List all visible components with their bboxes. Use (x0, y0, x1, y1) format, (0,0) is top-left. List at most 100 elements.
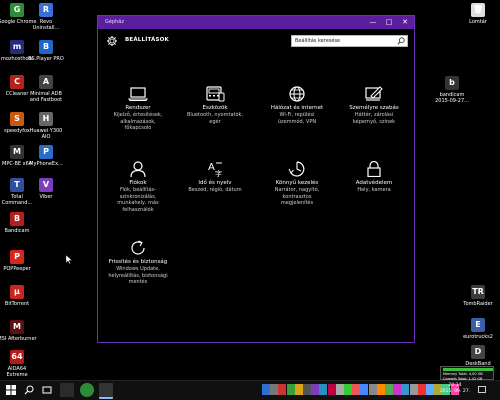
svg-text:字: 字 (215, 169, 222, 177)
desktop-icon-label: MSI Afterburner (0, 336, 37, 342)
tile-description: Windows Update, helyreállítás, biztonság… (108, 266, 168, 285)
desktop-icon[interactable]: TR TombRaider (458, 285, 498, 307)
desktop-icon-label: MyPhoneEx... (29, 161, 63, 167)
desktop-icon-label: Bandicam (4, 228, 30, 234)
desktop-icon-label: bandicam 2015-09-27... (435, 92, 469, 104)
desktop-icon[interactable]: 🗑 Lomtár (458, 3, 498, 25)
tray-icon[interactable] (376, 384, 385, 395)
desktop-icon[interactable]: P POPPeeper (0, 250, 37, 272)
desktop-icon-label: BitTorrent (4, 301, 30, 307)
notifications-icon[interactable] (478, 386, 486, 394)
desktop-icon-label: Lomtár (469, 19, 487, 25)
search-icon[interactable] (397, 37, 405, 45)
desktop-app-icon: B (39, 40, 53, 54)
desktop-app-icon: H (39, 112, 53, 126)
desktop-app-icon: m (10, 40, 24, 54)
tile-description: Beszéd, régió, dátum (188, 187, 242, 193)
task-view-icon[interactable] (42, 385, 52, 395)
personalize-icon (365, 86, 383, 101)
tile-time-language[interactable]: A 字 Idő és nyelv Beszéd, régió, dátum (177, 161, 253, 194)
desktop-icon-label: Huawei Y300 AIO (29, 128, 63, 140)
desktop-app-icon: 🗑 (471, 3, 485, 17)
memory-overlay: Memory Total: 4,00 GB Commit Total: 1,42… (440, 366, 494, 381)
mouse-pointer-icon (66, 255, 72, 264)
desktop-app-icon: A (39, 75, 53, 89)
tray-icon[interactable] (360, 384, 369, 395)
taskbar: 20:14 2015. 09. 27. (0, 380, 500, 400)
taskbar-explorer-icon[interactable] (60, 383, 74, 397)
time-language-icon: A 字 (208, 162, 222, 177)
tray-icon[interactable] (294, 384, 303, 395)
tray-icon[interactable] (278, 384, 287, 395)
desktop-icon-label: AIDA64 Extreme (6, 366, 28, 378)
tile-devices[interactable]: Eszközök Bluetooth, nyomtatók, egér (177, 86, 253, 125)
desktop-app-icon: P (10, 250, 24, 264)
tray-icon[interactable] (303, 384, 311, 395)
maximize-button[interactable]: □ (381, 16, 397, 29)
tray-icon[interactable] (319, 384, 328, 395)
tray-icon[interactable] (385, 384, 393, 395)
svg-text:A: A (208, 162, 215, 173)
taskbar-settings-icon[interactable] (99, 383, 113, 399)
windows-start-icon[interactable] (6, 385, 16, 395)
desktop-icon-label: BS.Player PRO (28, 56, 64, 62)
tile-system[interactable]: Rendszer Kijelző, értesítések, alkalmazá… (100, 86, 176, 132)
page-title: BEÁLLÍTÁSOK (125, 37, 169, 43)
desktop-icon[interactable]: H Huawei Y300 AIO (26, 112, 66, 140)
close-button[interactable]: ✕ (397, 16, 413, 29)
tray-icon[interactable] (344, 384, 352, 395)
tile-privacy[interactable]: Adatvédelem Hely, kamera (336, 161, 412, 194)
tray-icon[interactable] (352, 384, 361, 395)
search-icon[interactable] (24, 385, 34, 395)
tile-network[interactable]: Hálózat és internet Wi-Fi, repülési üzem… (259, 86, 335, 125)
tray-icon[interactable] (393, 384, 402, 395)
tray-icon[interactable] (409, 384, 418, 395)
desktop-icon[interactable]: V Viber (26, 178, 66, 200)
desktop-app-icon: M (10, 145, 24, 159)
tray-icon[interactable] (286, 384, 295, 395)
tray-icon[interactable] (311, 384, 320, 395)
tile-description: Fiók, beállítás- szinkronizálás, munkahe… (117, 187, 159, 213)
tray-icon[interactable] (417, 384, 426, 395)
tile-ease-of-access[interactable]: Könnyű kezelés Narrátor, nagyító, kontra… (259, 161, 335, 207)
tray-icon[interactable] (426, 384, 434, 395)
tile-title: Személyre szabás (349, 105, 399, 111)
desktop-icon[interactable]: b bandicam 2015-09-27... (432, 76, 472, 104)
desktop-icon[interactable]: D DeskBand (458, 345, 498, 367)
window-titlebar[interactable]: Gépház — □ ✕ (98, 16, 414, 29)
tile-description: Háttér, zárolási képernyő, színek (352, 112, 396, 125)
desktop-app-icon: C (10, 75, 24, 89)
tile-update-security[interactable]: Frissítés és biztonság Windows Update, h… (100, 240, 176, 286)
gear-icon (107, 36, 117, 46)
clock-date: 2015. 09. 27. (439, 389, 470, 394)
tray-icon[interactable] (327, 384, 336, 395)
desktop-icon[interactable]: B Bandicam (0, 212, 37, 234)
search-input[interactable]: Beállítás keresése (291, 35, 408, 47)
desktop-icon-label: Minimal ADB and Fastboot (29, 91, 63, 103)
desktop-app-icon: M (10, 320, 24, 334)
minimize-button[interactable]: — (365, 16, 381, 29)
laptop-icon (128, 87, 148, 102)
desktop-icon-label: CCleaner (5, 91, 29, 97)
clock[interactable]: 20:14 2015. 09. 27. (440, 383, 470, 395)
desktop-app-icon: T (10, 178, 24, 192)
tray-icon[interactable] (335, 384, 344, 395)
tile-personalization[interactable]: Személyre szabás Háttér, zárolási képern… (336, 86, 412, 125)
desktop-icon[interactable]: 64 AIDA64 Extreme (0, 350, 37, 378)
tile-title: Frissítés és biztonság (108, 259, 168, 265)
tray-icon[interactable] (262, 384, 270, 395)
taskbar-chrome-icon[interactable] (80, 383, 94, 397)
desktop-icon[interactable]: µ BitTorrent (0, 285, 37, 307)
desktop-icon[interactable]: M MSI Afterburner (0, 320, 37, 342)
desktop-icon[interactable]: R Revo Uninstall... (26, 3, 66, 31)
desktop-icon[interactable]: Eeurotrucks2 (458, 318, 498, 340)
tray-icon[interactable] (401, 384, 410, 395)
tray-icon[interactable] (368, 384, 377, 395)
tile-accounts[interactable]: Fiókok Fiók, beállítás- szinkronizálás, … (100, 161, 176, 213)
desktop-icon[interactable]: A Minimal ADB and Fastboot (26, 75, 66, 103)
tray-icon[interactable] (270, 384, 279, 395)
desktop-icon[interactable]: P MyPhoneEx... (26, 145, 66, 167)
desktop-icon[interactable]: B BS.Player PRO (26, 40, 66, 62)
tile-description: Hely, kamera (357, 187, 391, 193)
tile-description: Narrátor, nagyító, kontrasztos megjelení… (274, 187, 320, 206)
